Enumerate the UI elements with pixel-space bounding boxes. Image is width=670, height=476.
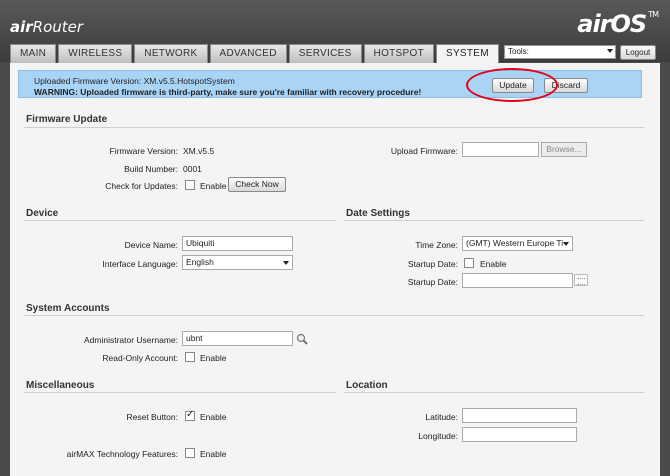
latitude-input[interactable]	[462, 408, 577, 423]
check-updates-checkbox[interactable]	[185, 180, 195, 190]
divider	[344, 392, 644, 393]
search-icon[interactable]	[296, 333, 308, 345]
admin-username-label: Administrator Username:	[83, 335, 178, 345]
main-nav-tabs: MAIN WIRELESS NETWORK ADVANCED SERVICES …	[10, 44, 499, 64]
interface-language-value: English	[186, 257, 214, 267]
readonly-account-label: Read-Only Account:	[102, 353, 178, 363]
tools-dropdown[interactable]: Tools:	[504, 45, 616, 59]
device-name-input[interactable]: Ubiquiti	[182, 236, 293, 251]
tab-main[interactable]: MAIN	[10, 44, 57, 63]
upload-firmware-field[interactable]	[462, 142, 539, 157]
calendar-icon[interactable]	[574, 274, 588, 286]
browse-button[interactable]: Browse...	[541, 142, 587, 157]
highlight-circle	[466, 68, 558, 102]
brand-logo: airRouter	[10, 18, 84, 36]
tab-network[interactable]: NETWORK	[134, 44, 208, 63]
latitude-label: Latitude:	[425, 412, 458, 422]
divider	[24, 315, 644, 316]
longitude-input[interactable]	[462, 427, 577, 442]
logout-button[interactable]: Logout	[620, 45, 656, 60]
chevron-down-icon	[563, 242, 569, 246]
readonly-account-enable-label: Enable	[200, 353, 227, 363]
startup-date-label: Startup Date:	[407, 259, 458, 269]
check-updates-enable-label: Enable	[200, 181, 227, 191]
firmware-warning-text: WARNING: Uploaded firmware is third-part…	[34, 87, 422, 97]
startup-date-value-label: Startup Date:	[407, 277, 458, 287]
section-device: Device	[26, 208, 59, 219]
reset-button-enable-label: Enable	[200, 412, 227, 422]
interface-language-label: Interface Language:	[102, 259, 178, 269]
section-miscellaneous: Miscellaneous	[26, 380, 95, 391]
tab-advanced[interactable]: ADVANCED	[209, 44, 287, 63]
firmware-version-label: Firmware Version:	[109, 146, 179, 156]
tab-system[interactable]: SYSTEM	[435, 44, 499, 64]
longitude-label: Longitude:	[418, 431, 458, 441]
divider	[24, 220, 336, 221]
check-now-button[interactable]: Check Now	[228, 177, 286, 192]
reset-button-checkbox[interactable]	[185, 409, 195, 421]
divider	[344, 220, 644, 221]
startup-date-input[interactable]	[462, 273, 573, 288]
divider	[24, 127, 644, 128]
reset-button-label: Reset Button:	[126, 412, 178, 422]
interface-language-select[interactable]: English	[182, 255, 293, 270]
build-number-value: 0001	[183, 164, 202, 174]
firmware-version-value: XM.v5.5	[183, 146, 215, 156]
device-name-label: Device Name:	[124, 240, 178, 250]
readonly-account-checkbox[interactable]	[185, 352, 195, 362]
section-date-settings: Date Settings	[346, 208, 410, 219]
tab-services[interactable]: SERVICES	[288, 44, 362, 63]
section-system-accounts: System Accounts	[26, 303, 110, 314]
startup-date-enable-label: Enable	[480, 259, 507, 269]
upload-firmware-label: Upload Firmware:	[390, 146, 458, 156]
time-zone-label: Time Zone:	[415, 240, 458, 250]
airmax-features-checkbox[interactable]	[185, 448, 195, 458]
tab-wireless[interactable]: WIRELESS	[58, 44, 133, 63]
tab-hotspot[interactable]: HOTSPOT	[363, 44, 434, 63]
divider	[24, 392, 336, 393]
startup-date-checkbox[interactable]	[464, 258, 474, 268]
airos-logo: airOS TM	[577, 10, 659, 38]
admin-username-input[interactable]: ubnt	[182, 331, 293, 346]
section-location: Location	[346, 380, 388, 391]
chevron-down-icon	[283, 261, 289, 265]
uploaded-firmware-text: Uploaded Firmware Version: XM.v5.5.Hotsp…	[34, 76, 235, 86]
airmax-features-label: airMAX Technology Features:	[66, 449, 178, 459]
chevron-down-icon	[607, 49, 613, 53]
tools-dropdown-value: Tools:	[508, 47, 529, 56]
section-firmware-update: Firmware Update	[26, 114, 108, 125]
time-zone-value: (GMT) Western Europe Ti	[466, 238, 564, 248]
time-zone-select[interactable]: (GMT) Western Europe Ti	[462, 236, 573, 251]
build-number-label: Build Number:	[124, 164, 178, 174]
check-updates-label: Check for Updates:	[105, 181, 178, 191]
airmax-features-enable-label: Enable	[200, 449, 227, 459]
